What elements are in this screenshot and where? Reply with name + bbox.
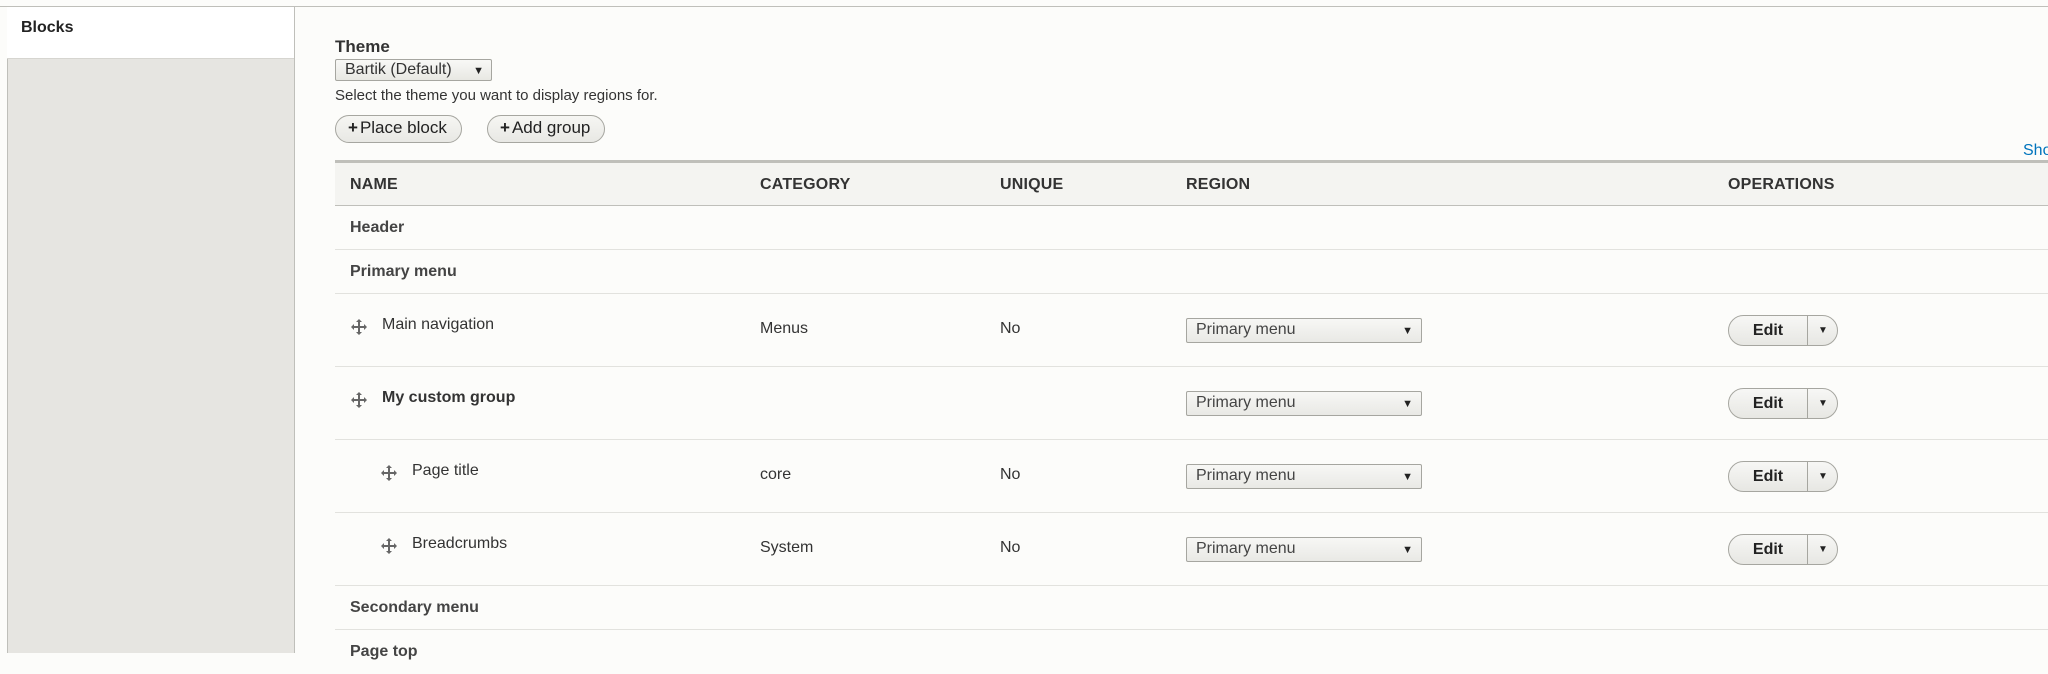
block-unique: No	[1000, 466, 1021, 483]
header-unique: UNIQUE	[1000, 176, 1064, 193]
dropbutton-toggle-icon[interactable]: ▼	[1808, 389, 1838, 418]
header-category: CATEGORY	[760, 176, 851, 193]
region-row-secondary-menu: Secondary menu	[335, 586, 2048, 630]
sidebar-tab-blocks[interactable]: Blocks	[7, 7, 294, 59]
place-block-button[interactable]: + Place block	[335, 115, 462, 143]
region-select[interactable]: Primary menu ▼	[1186, 464, 1422, 489]
dropbutton-toggle-icon[interactable]: ▼	[1808, 535, 1838, 564]
table-row: My custom group Primary menu ▼ Edit ▼	[335, 367, 2048, 440]
edit-button[interactable]: Edit	[1729, 462, 1808, 491]
region-select-value: Primary menu	[1196, 540, 1296, 557]
dropbutton-toggle-icon[interactable]: ▼	[1808, 462, 1838, 491]
caret-down-icon: ▼	[1402, 398, 1413, 410]
place-block-label: Place block	[359, 118, 447, 137]
caret-down-icon: ▼	[1402, 471, 1413, 483]
caret-down-icon: ▼	[473, 65, 484, 77]
region-select-value: Primary menu	[1196, 467, 1296, 484]
sidebar	[7, 7, 295, 653]
region-row-primary-menu: Primary menu	[335, 250, 2048, 294]
region-select[interactable]: Primary menu ▼	[1186, 391, 1422, 416]
operations-dropbutton: Edit ▼	[1728, 534, 1838, 565]
add-group-label: Add group	[511, 118, 591, 137]
theme-label: Theme	[335, 37, 390, 56]
region-select-value: Primary menu	[1196, 321, 1296, 338]
region-select[interactable]: Primary menu ▼	[1186, 537, 1422, 562]
dropbutton-toggle-icon[interactable]: ▼	[1808, 316, 1838, 345]
show-row-weights-link[interactable]: Sho	[2023, 142, 2048, 160]
table-row: Breadcrumbs System No Primary menu ▼ Edi…	[335, 513, 2048, 586]
region-select[interactable]: Primary menu ▼	[1186, 318, 1422, 343]
block-category: core	[760, 466, 792, 483]
block-unique: No	[1000, 539, 1021, 556]
drag-handle-icon[interactable]	[350, 391, 368, 409]
region-title: Secondary menu	[350, 599, 479, 616]
block-category: Menus	[760, 320, 809, 337]
theme-select-value: Bartik (Default)	[345, 61, 452, 78]
add-group-button[interactable]: + Add group	[487, 115, 606, 143]
block-name: Breadcrumbs	[412, 535, 508, 552]
caret-down-icon: ▼	[1402, 544, 1413, 556]
block-category: System	[760, 539, 814, 556]
table-header: NAME CATEGORY UNIQUE REGION OPERATIONS	[335, 160, 2048, 206]
sidebar-tab-label: Blocks	[21, 19, 74, 36]
plus-icon: +	[500, 118, 510, 137]
region-row-page-top: Page top	[335, 630, 2048, 674]
drag-handle-icon[interactable]	[380, 464, 398, 482]
block-name: Main navigation	[382, 316, 495, 333]
edit-button[interactable]: Edit	[1729, 535, 1808, 564]
theme-select[interactable]: Bartik (Default) ▼	[335, 59, 492, 81]
header-operations: OPERATIONS	[1728, 176, 1835, 193]
plus-icon: +	[348, 118, 358, 137]
block-name: My custom group	[382, 389, 516, 406]
header-region: REGION	[1186, 176, 1251, 193]
region-row-header: Header	[335, 206, 2048, 250]
table-row: Page title core No Primary menu ▼ Edit ▼	[335, 440, 2048, 513]
edit-button[interactable]: Edit	[1729, 316, 1808, 345]
table-row: Main navigation Menus No Primary menu ▼ …	[335, 294, 2048, 367]
operations-dropbutton: Edit ▼	[1728, 388, 1838, 419]
region-title: Page top	[350, 643, 418, 660]
edit-button[interactable]: Edit	[1729, 389, 1808, 418]
block-name: Page title	[412, 462, 479, 479]
region-title: Header	[350, 219, 405, 236]
operations-dropbutton: Edit ▼	[1728, 315, 1838, 346]
region-select-value: Primary menu	[1196, 394, 1296, 411]
drag-handle-icon[interactable]	[350, 318, 368, 336]
operations-dropbutton: Edit ▼	[1728, 461, 1838, 492]
header-name: NAME	[350, 176, 398, 193]
theme-description: Select the theme you want to display reg…	[335, 87, 658, 104]
region-title: Primary menu	[350, 263, 457, 280]
caret-down-icon: ▼	[1402, 325, 1413, 337]
drag-handle-icon[interactable]	[380, 537, 398, 555]
block-unique: No	[1000, 320, 1021, 337]
